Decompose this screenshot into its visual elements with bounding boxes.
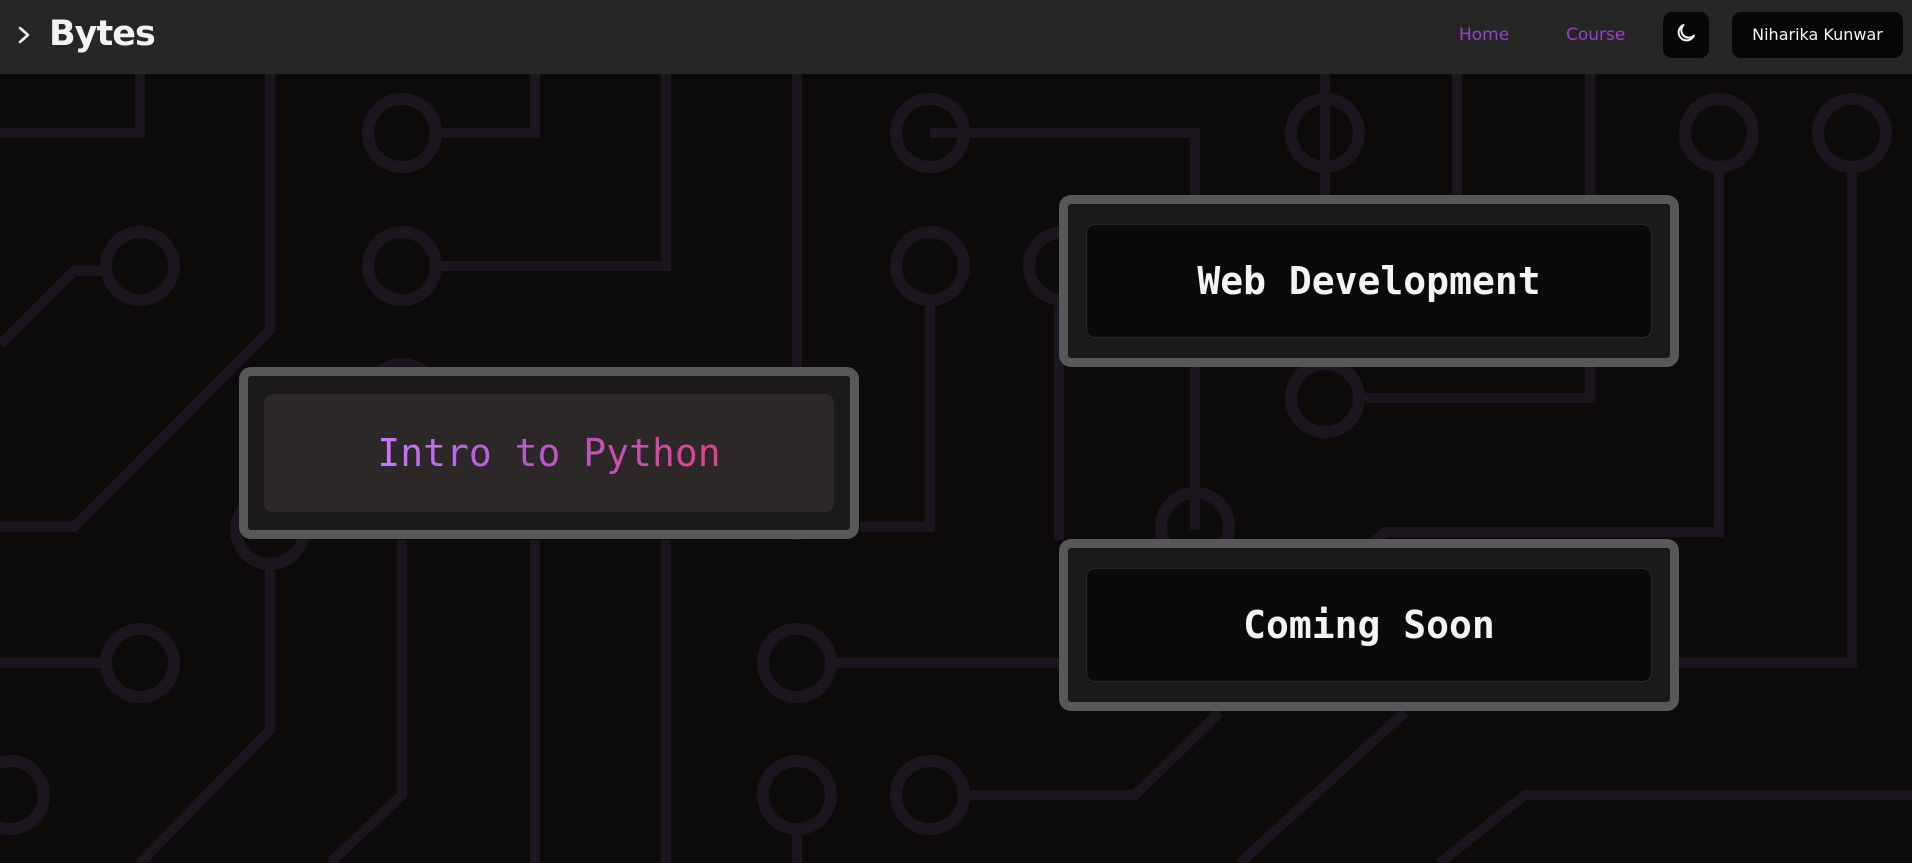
course-card-intro-to-python[interactable]: Intro to Python [239,367,859,539]
user-profile-button[interactable]: Niharika Kunwar [1732,12,1903,58]
moon-icon [1674,21,1698,49]
course-title: Coming Soon [1243,603,1495,647]
course-title: Intro to Python [377,431,721,475]
nav-link-home[interactable]: Home [1459,22,1509,48]
course-card-inner: Web Development [1086,224,1652,338]
theme-toggle-button[interactable] [1663,12,1709,58]
nav-link-course[interactable]: Course [1566,22,1625,48]
page: Bytes Home Course Niharika Kunwar Intro … [0,0,1912,863]
top-navbar: Bytes Home Course Niharika Kunwar [0,0,1912,74]
course-title: Web Development [1197,259,1541,303]
course-card-web-development[interactable]: Web Development [1059,195,1679,367]
course-card-inner: Coming Soon [1086,568,1652,682]
chevron-right-icon[interactable] [12,21,36,49]
course-card-inner: Intro to Python [264,394,834,512]
course-card-coming-soon[interactable]: Coming Soon [1059,539,1679,711]
brand-logo[interactable]: Bytes [49,9,156,59]
